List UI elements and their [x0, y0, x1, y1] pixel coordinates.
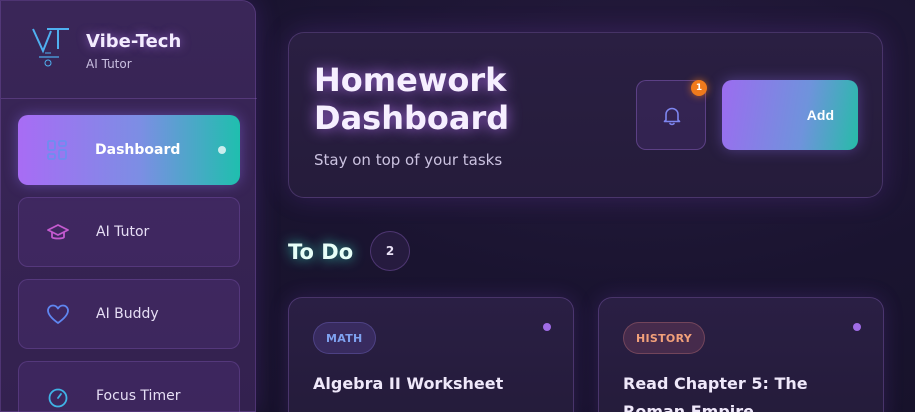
- active-indicator-dot: [218, 146, 226, 154]
- sidebar-item-label: Dashboard: [95, 142, 181, 158]
- status-dot: [543, 323, 551, 331]
- status-dot: [853, 323, 861, 331]
- subject-tag: HISTORY: [623, 322, 706, 354]
- heart-icon: [47, 304, 69, 324]
- todo-section-title: To Do: [288, 240, 354, 264]
- sidebar-item-ai-buddy[interactable]: AI Buddy: [18, 279, 240, 349]
- page-subtitle: Stay on top of your tasks: [314, 151, 503, 169]
- vt-logo-icon: [32, 28, 69, 67]
- sidebar: Vibe-Tech AI Tutor Dashboard AI Tutor AI…: [0, 0, 257, 412]
- todo-count-badge: 2: [370, 231, 410, 271]
- brand-subtitle: AI Tutor: [86, 57, 132, 71]
- sidebar-item-label: AI Tutor: [96, 224, 150, 240]
- graduation-cap-icon: [47, 224, 69, 240]
- task-card[interactable]: MATH Algebra II Worksheet: [288, 297, 574, 412]
- add-button-label: Add: [806, 107, 834, 123]
- sidebar-item-label: AI Buddy: [96, 306, 159, 322]
- timer-icon: [48, 388, 68, 408]
- sidebar-item-label: Focus Timer: [96, 388, 181, 404]
- dashboard-header-card: Homework Dashboard Stay on top of your t…: [288, 32, 883, 198]
- sidebar-item-focus-timer[interactable]: Focus Timer: [18, 361, 240, 412]
- page-title: Homework Dashboard: [314, 61, 510, 137]
- sidebar-item-ai-tutor[interactable]: AI Tutor: [18, 197, 240, 267]
- sidebar-item-dashboard[interactable]: Dashboard: [18, 115, 240, 185]
- subject-tag: MATH: [313, 322, 376, 354]
- brand-name: Vibe-Tech: [86, 31, 182, 52]
- add-button[interactable]: Add: [722, 80, 858, 150]
- bell-icon: [663, 107, 681, 126]
- notification-count-badge: 1: [691, 80, 707, 96]
- notifications-button[interactable]: 1: [636, 80, 707, 150]
- task-title: Algebra II Worksheet: [313, 374, 504, 393]
- brand-header: Vibe-Tech AI Tutor: [1, 1, 257, 99]
- task-card[interactable]: HISTORY Read Chapter 5: The Roman Empire: [598, 297, 884, 412]
- grid-icon: [47, 140, 67, 160]
- task-title: Read Chapter 5: The Roman Empire: [623, 374, 808, 412]
